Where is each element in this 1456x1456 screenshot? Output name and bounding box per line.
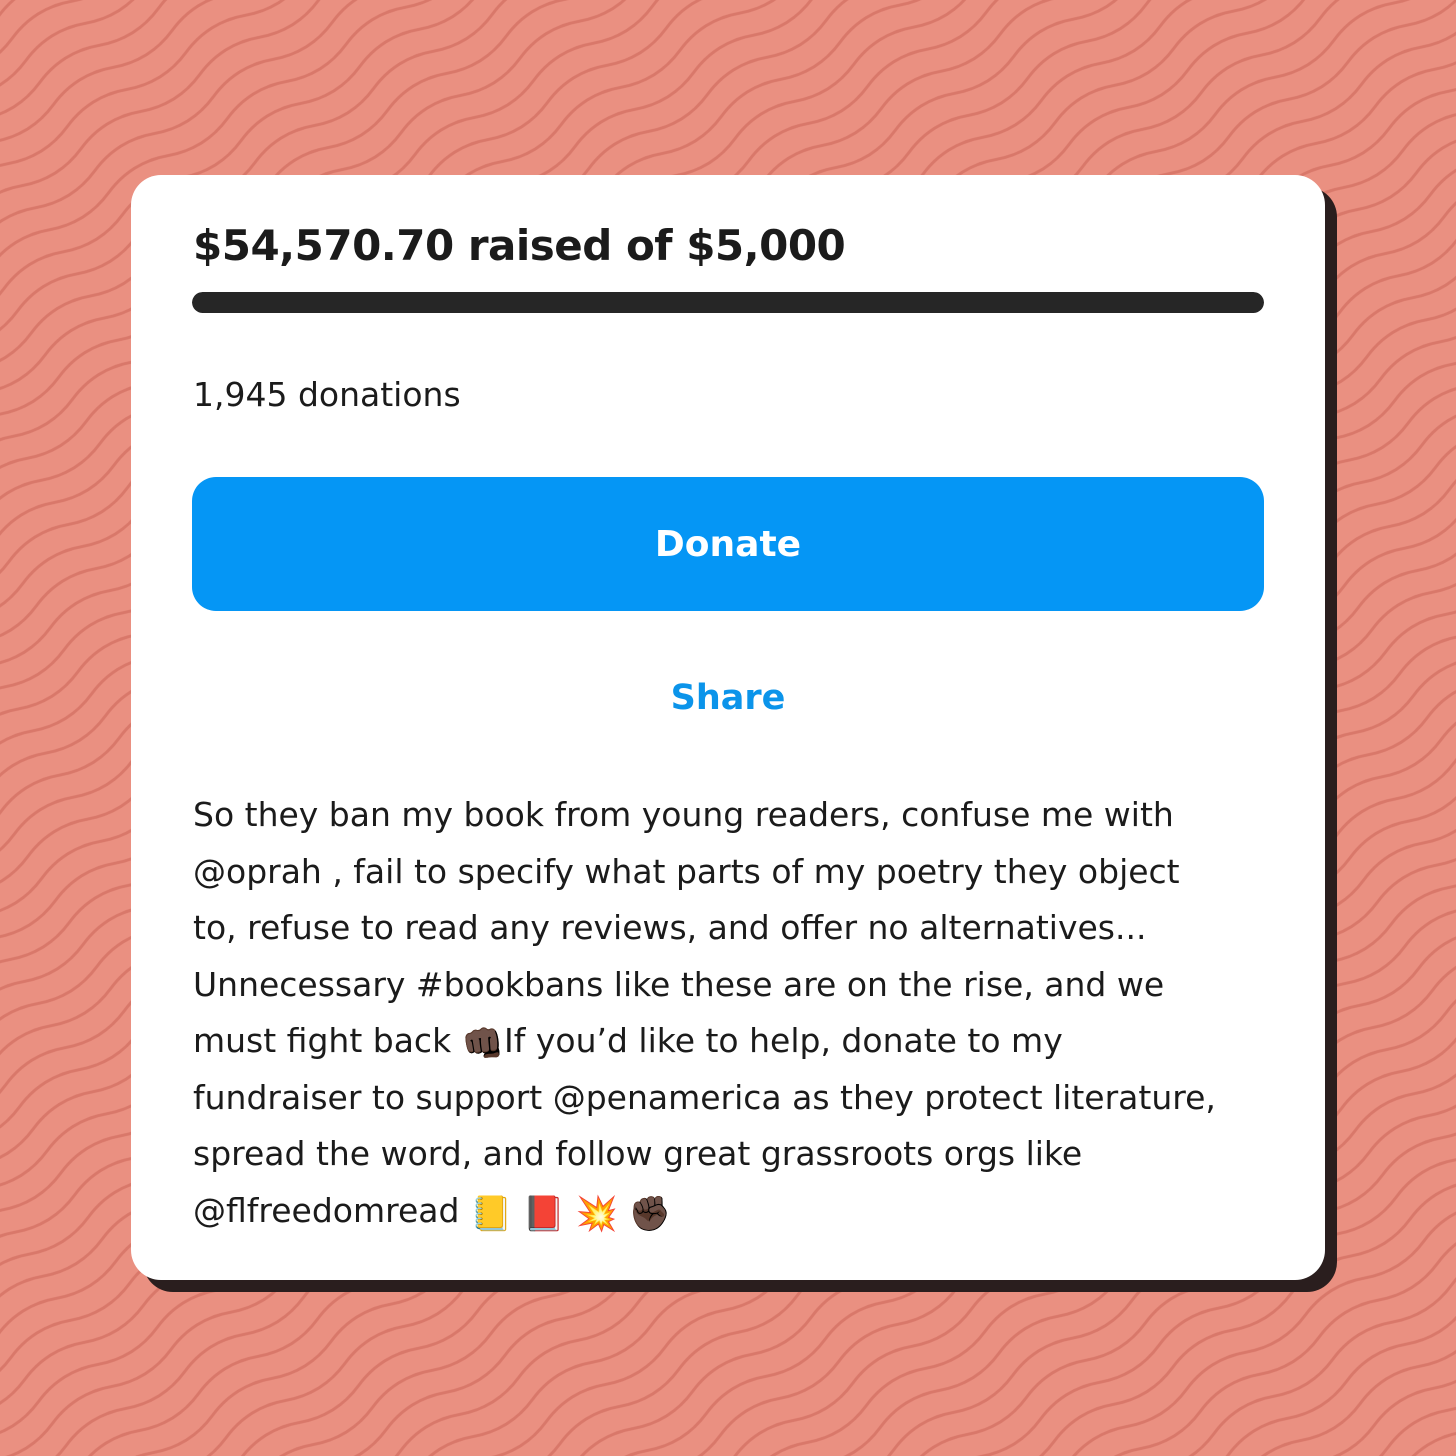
description-text-segment: must fight back — [193, 1021, 462, 1060]
collision-emoji-icon: 💥 — [575, 1193, 618, 1234]
fist-bump-emoji-icon: 👊🏿 — [461, 1024, 505, 1064]
description-line: So they ban my book from young readers, … — [193, 795, 1174, 834]
fundraiser-card: $54,570.70 raised of $5,000 1,945 donati… — [131, 175, 1325, 1280]
progress-bar-fill — [192, 292, 1264, 313]
amount-raised-title: $54,570.70 raised of $5,000 — [193, 221, 846, 270]
share-button[interactable]: Share — [192, 678, 1264, 718]
flfreedomread-mention: @flfreedomread — [193, 1190, 470, 1230]
description-line: must fight back 👊🏿If you’d like to help,… — [193, 1013, 1263, 1070]
description-line: fundraiser to support @penamerica as the… — [193, 1077, 1216, 1117]
raised-fist-emoji-icon: ✊🏿 — [628, 1193, 671, 1234]
fundraising-progress-bar — [192, 292, 1264, 313]
description-text-segment: If you’d like to help, donate to my — [504, 1021, 1063, 1060]
description-line: @flfreedomread 📒 📕 💥 ✊🏿 — [193, 1183, 1263, 1240]
red-book-emoji-icon: 📕 — [522, 1193, 566, 1234]
description-line: Unnecessary #bookbans like these are on … — [193, 964, 1165, 1004]
notebook-emoji-icon: 📒 — [469, 1193, 513, 1234]
description-line: spread the word, and follow great grassr… — [193, 1134, 1083, 1173]
description-line: @oprah , fail to specify what parts of m… — [193, 851, 1180, 891]
donate-button[interactable]: Donate — [192, 477, 1264, 611]
donation-count: 1,945 donations — [193, 375, 461, 414]
fundraiser-description: So they ban my book from young readers, … — [193, 787, 1263, 1239]
description-line: to, refuse to read any reviews, and offe… — [193, 908, 1147, 947]
